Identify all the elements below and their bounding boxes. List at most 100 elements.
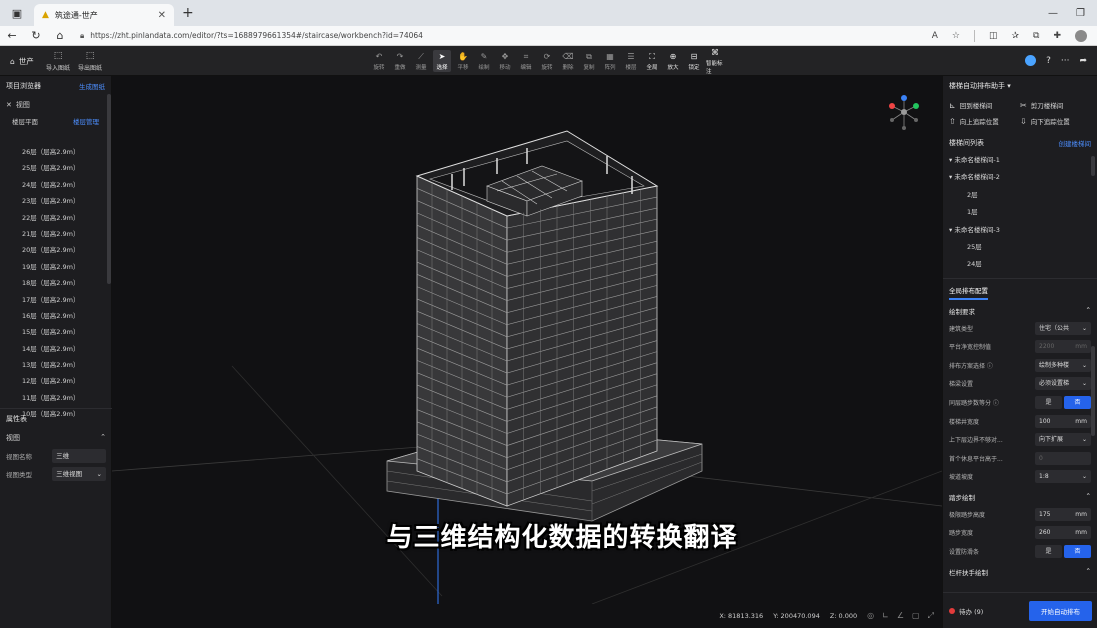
tool-button[interactable]: ↷ 重做 (391, 50, 409, 72)
no-option[interactable]: 否 (1064, 545, 1091, 559)
start-auto-layout-button[interactable]: 开始自动排布 (1029, 600, 1092, 621)
floor-item[interactable]: 24层（层高2.9m） (0, 177, 106, 193)
tree-root-view[interactable]: ✕ 视图 (0, 96, 111, 114)
assistant-title[interactable]: 楼梯自动排布助手 ▾ (943, 76, 1097, 96)
home-button[interactable]: ⌂ 世产 (10, 56, 34, 67)
browser-tab[interactable]: ▲ 筑途通-世产 ✕ (34, 4, 174, 26)
input-field[interactable]: 100 mm (1035, 414, 1091, 428)
input-field[interactable]: 175 mm (1035, 507, 1091, 521)
floor-item[interactable]: 14层（层高2.9m） (0, 341, 106, 357)
floor-item[interactable]: 18层（层高2.9m） (0, 275, 106, 291)
minimize-icon[interactable]: — (1048, 8, 1058, 19)
refresh-icon[interactable]: ↻ (24, 29, 48, 42)
tool-button[interactable]: ⊕ 放大 (664, 50, 682, 72)
tool-button[interactable]: ☰ 楼层 (622, 50, 640, 72)
url-field[interactable]: 🔒︎ https://zht.pinlandata.com/editor/?ts… (80, 31, 423, 41)
tool-button[interactable]: ⟋ 测量 (412, 50, 430, 72)
floor-item[interactable]: 13层（层高2.9m） (0, 357, 106, 373)
floor-item[interactable]: 23层（层高2.9m） (0, 193, 106, 209)
tool-button[interactable]: ▦ 阵列 (601, 50, 619, 72)
floor-plan-label[interactable]: 楼层平面 (12, 116, 38, 126)
floor-item[interactable]: 26层（层高2.9m） (0, 144, 106, 160)
stair-floor-item[interactable]: 24层 (943, 256, 1097, 273)
stairwell-item[interactable]: ▾ 未命名楼梯间-2 (943, 169, 1097, 186)
no-option[interactable]: 否 (1064, 395, 1091, 409)
floor-item[interactable]: 21层（层高2.9m） (0, 226, 106, 242)
tool-button[interactable]: ⊟ 锁定 (685, 50, 703, 72)
floor-item[interactable]: 11层（层高2.9m） (0, 390, 106, 406)
floor-manage-link[interactable]: 楼层管理 (73, 116, 99, 126)
view-gizmo-icon[interactable] (889, 95, 919, 130)
yes-option[interactable]: 是 (1035, 545, 1062, 559)
tool-button[interactable]: ⛶ 全局 (643, 50, 661, 72)
tab-global-config[interactable]: 全局排布配置 (949, 285, 988, 300)
select-field[interactable]: 住宅（公共 ⌄ (1035, 321, 1091, 335)
left-scrollbar[interactable] (107, 94, 111, 284)
new-tab-icon[interactable]: + (182, 5, 194, 21)
home-icon[interactable]: ⌂ (48, 29, 72, 42)
floor-item[interactable]: 20层（层高2.9m） (0, 242, 106, 258)
floor-item[interactable]: 15层（层高2.9m） (0, 324, 106, 340)
fullscreen-icon[interactable]: ⤢ (928, 611, 934, 621)
chevron-up-icon[interactable]: ⌃ (1086, 306, 1091, 316)
floor-item[interactable]: 17层（层高2.9m） (0, 292, 106, 308)
chevron-up-icon[interactable]: ⌃ (100, 433, 106, 443)
back-icon[interactable]: ← (0, 29, 24, 42)
generate-drawing-link[interactable]: 生成图纸 (79, 81, 105, 91)
ortho-icon[interactable]: ∟ (882, 611, 889, 621)
favorites-icon[interactable]: ✰ (1011, 31, 1019, 41)
floor-item[interactable]: 22层（层高2.9m） (0, 210, 106, 226)
split-screen-icon[interactable]: ◫ (989, 31, 998, 41)
tab-close-icon[interactable]: ✕ (158, 10, 166, 21)
todo-button[interactable]: 待办 (9) (949, 606, 983, 616)
chevron-up-icon[interactable]: ⌃ (1086, 492, 1091, 502)
view-name-input[interactable]: 三维 (52, 449, 106, 463)
tool-button[interactable]: ✥ 移动 (496, 50, 514, 72)
create-stairwell-link[interactable]: 创建楼梯间 (1059, 138, 1092, 148)
collections-icon[interactable]: ⧉ (1033, 31, 1039, 41)
floor-item[interactable]: 19层（层高2.9m） (0, 259, 106, 275)
snap-icon[interactable]: ◎ (867, 611, 874, 621)
stair-floor-item[interactable]: 25层 (943, 239, 1097, 256)
globe-icon[interactable] (1025, 55, 1037, 66)
tool-button[interactable]: ➤ 选择 (433, 50, 451, 72)
floor-item[interactable]: 12层（层高2.9m） (0, 373, 106, 389)
yes-option[interactable]: 是 (1035, 395, 1062, 409)
more-icon[interactable]: ··· (1061, 56, 1070, 66)
tool-button[interactable]: ⟳ 旋转 (538, 50, 556, 72)
frame-icon[interactable]: ▢ (912, 611, 920, 621)
profile-avatar[interactable] (1075, 29, 1087, 42)
tool-button[interactable]: ⌘ 智能标注 (706, 48, 724, 75)
tool-button[interactable]: ↶ 旋转 (370, 50, 388, 72)
trace-down-button[interactable]: ⇩ 向下追踪位置 (1020, 116, 1091, 127)
read-aloud-icon[interactable]: A (932, 31, 938, 41)
input-field[interactable]: 2200 mm (1035, 340, 1091, 354)
collapse-icon[interactable]: ✕ (6, 101, 12, 109)
select-field[interactable]: 向下扩展 ⌄ (1035, 433, 1091, 447)
floor-item[interactable]: 16层（层高2.9m） (0, 308, 106, 324)
back-to-stairwell-button[interactable]: ⊾ 回到楼梯间 (949, 100, 1020, 111)
tool-button[interactable]: ⧉ 复制 (580, 50, 598, 72)
favorite-star-icon[interactable]: ☆ (952, 31, 960, 41)
export-drawing-button[interactable]: ⬚ 导出图纸 (78, 51, 102, 72)
stair-floor-item[interactable]: 2层 (943, 187, 1097, 204)
extensions-icon[interactable]: ✚ (1053, 31, 1061, 41)
trace-up-button[interactable]: ⇧ 向上追踪位置 (949, 116, 1020, 127)
share-icon[interactable]: ➦ (1079, 56, 1087, 66)
import-drawing-button[interactable]: ⬚ 导入图纸 (46, 51, 70, 72)
view-type-select[interactable]: 三维视图 ⌄ (52, 467, 106, 481)
window-menu-icon[interactable]: ▣ (6, 2, 28, 24)
floor-item[interactable]: 25层（层高2.9m） (0, 160, 106, 176)
tool-button[interactable]: ✎ 绘制 (475, 50, 493, 72)
select-field[interactable]: 1:8 ⌄ (1035, 470, 1091, 484)
config-scrollbar[interactable] (1091, 346, 1095, 436)
tool-button[interactable]: ⌗ 编辑 (517, 50, 535, 72)
3d-viewport[interactable]: 与三维结构化数据的转换翻译 (112, 76, 942, 604)
select-field[interactable]: 绘制多种楼 ⌄ (1035, 358, 1091, 372)
stairwell-item[interactable]: ▾ 未命名楼梯间-3 (943, 222, 1097, 239)
stairwell-item[interactable]: ▾ 未命名楼梯间-1 (943, 152, 1097, 169)
input-field[interactable]: 0 (1035, 451, 1091, 465)
right-scrollbar[interactable] (1091, 156, 1095, 176)
tool-button[interactable]: ✋ 平移 (454, 50, 472, 72)
help-icon[interactable]: ? (1046, 56, 1051, 66)
